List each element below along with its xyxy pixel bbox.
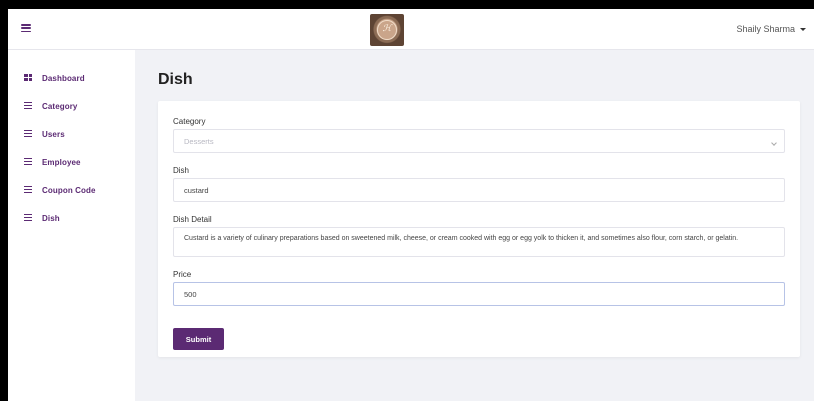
sidebar-item-category[interactable]: Category	[8, 99, 135, 113]
list-icon	[24, 158, 32, 165]
top-bar: ℋ Shaily Sharma	[8, 9, 814, 50]
price-label: Price	[173, 270, 192, 279]
list-icon	[24, 102, 32, 109]
sidebar-item-label: Dashboard	[42, 73, 85, 83]
user-name: Shaily Sharma	[736, 24, 795, 34]
dish-form-card: Category Desserts Dish custard Dish Deta…	[158, 101, 800, 357]
category-select[interactable]: Desserts	[173, 129, 785, 153]
sidebar-item-label: Category	[42, 101, 78, 111]
dish-detail-textarea[interactable]: Custard is a variety of culinary prepara…	[173, 227, 785, 257]
dish-input[interactable]: custard	[173, 178, 785, 202]
category-selected-value: Desserts	[184, 136, 214, 146]
list-icon	[24, 186, 32, 193]
price-input[interactable]: 500	[173, 282, 785, 306]
dish-input-value: custard	[184, 185, 209, 195]
dish-label: Dish	[173, 166, 190, 175]
dish-detail-value: Custard is a variety of culinary prepara…	[184, 235, 739, 242]
sidebar-item-dashboard[interactable]: Dashboard	[8, 71, 135, 85]
sidebar-item-label: Dish	[42, 213, 60, 223]
sidebar-item-dish[interactable]: Dish	[8, 211, 135, 225]
sidebar: Dashboard Category Users Employee Coupon…	[8, 50, 135, 401]
sidebar-item-label: Coupon Code	[42, 185, 96, 195]
list-icon	[24, 214, 32, 221]
submit-button[interactable]: Submit	[173, 328, 224, 350]
user-menu[interactable]: Shaily Sharma	[736, 24, 806, 34]
caret-down-icon	[800, 27, 806, 31]
chevron-down-icon	[771, 140, 777, 146]
dish-detail-label: Dish Detail	[173, 215, 212, 224]
dashboard-grid-icon	[24, 74, 32, 81]
category-label: Category	[173, 117, 206, 126]
app-frame: ℋ Shaily Sharma Dashboard Category Users…	[8, 9, 814, 401]
menu-toggle-icon[interactable]	[21, 24, 31, 32]
brand-logo[interactable]: ℋ	[370, 14, 404, 46]
price-input-value: 500	[184, 289, 197, 299]
sidebar-item-label: Employee	[42, 157, 81, 167]
list-icon	[24, 130, 32, 137]
page-title: Dish	[158, 71, 193, 88]
sidebar-item-label: Users	[42, 129, 65, 139]
sidebar-item-coupon-code[interactable]: Coupon Code	[8, 183, 135, 197]
sidebar-item-users[interactable]: Users	[8, 127, 135, 141]
sidebar-item-employee[interactable]: Employee	[8, 155, 135, 169]
